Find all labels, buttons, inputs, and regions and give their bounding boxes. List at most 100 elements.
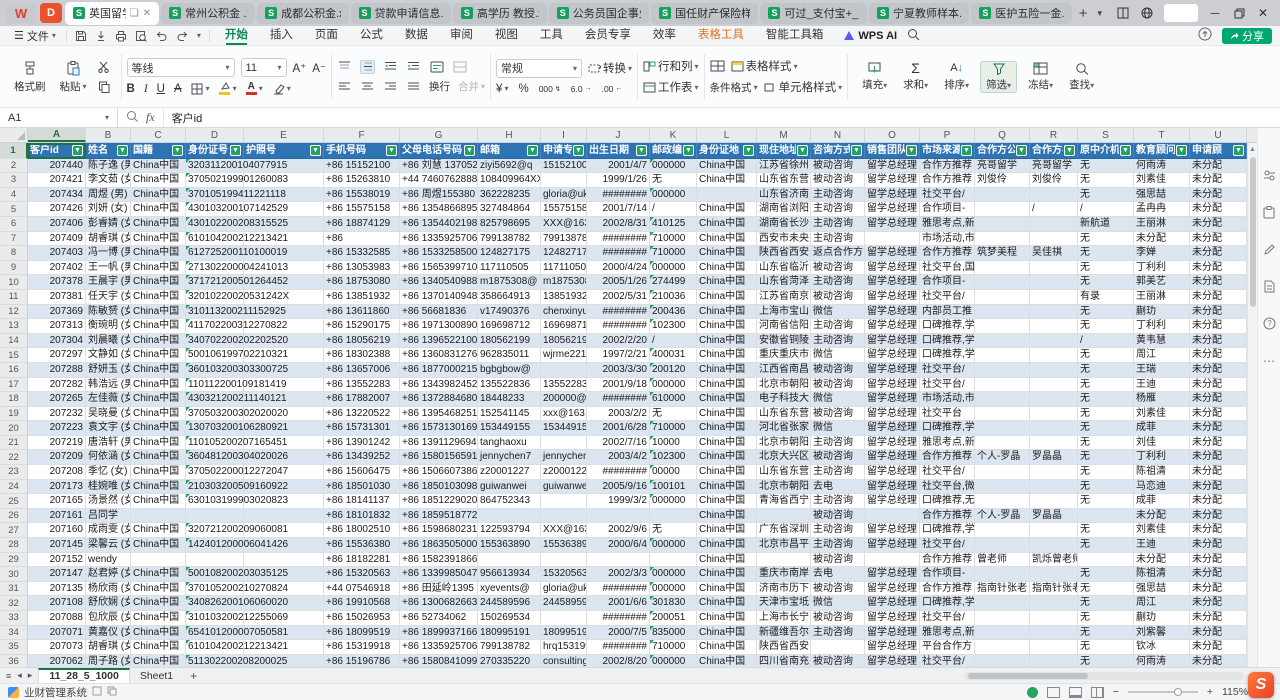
cell-L20[interactable]: China中国 bbox=[697, 421, 757, 436]
cell-H27[interactable]: 122593794 bbox=[478, 523, 541, 538]
share-button[interactable]: 分享 bbox=[1222, 28, 1272, 44]
fill-color-button[interactable]: ▾ bbox=[219, 82, 237, 95]
cell-O4[interactable]: 留学总经理 bbox=[865, 188, 920, 203]
cell-A16[interactable]: 207288 bbox=[28, 363, 86, 378]
cell-H33[interactable]: 150269534 bbox=[478, 611, 541, 626]
cell-G30[interactable]: +86 1339985047 bbox=[400, 567, 478, 582]
cell-T5[interactable]: 孟冉冉 bbox=[1134, 202, 1190, 217]
cell-S25[interactable]: 无 bbox=[1078, 494, 1134, 509]
file-tab[interactable]: S英国留学生❏✕ bbox=[65, 2, 159, 25]
borders-button[interactable]: ▾ bbox=[191, 83, 210, 95]
cell-B35[interactable]: 胡睿琪 (女) bbox=[86, 640, 131, 655]
cell-P15[interactable]: 口碑推荐,学 bbox=[920, 348, 975, 363]
cell-P33[interactable]: 社交平台/ bbox=[920, 611, 975, 626]
filter-dropdown-icon[interactable]: ▼ bbox=[230, 145, 241, 156]
cell-L5[interactable]: China中国 bbox=[697, 202, 757, 217]
cell-R29[interactable]: 凯烁曾老师 bbox=[1030, 553, 1078, 568]
align-left-icon[interactable] bbox=[337, 79, 352, 93]
cell-H28[interactable]: 155363890 bbox=[478, 538, 541, 553]
cell-B30[interactable]: 赵君婷 (女) bbox=[86, 567, 131, 582]
cell-K27[interactable]: 无 bbox=[650, 523, 697, 538]
cell-S13[interactable]: 无 bbox=[1078, 319, 1134, 334]
cell-H26[interactable] bbox=[478, 509, 541, 524]
cell-F30[interactable]: +86 15320563 bbox=[324, 567, 400, 582]
cell-S32[interactable]: 无 bbox=[1078, 596, 1134, 611]
cell-R15[interactable] bbox=[1030, 348, 1078, 363]
cell-C29[interactable] bbox=[131, 553, 186, 568]
cell-Q36[interactable] bbox=[975, 655, 1030, 667]
font-name-select[interactable]: 等线▾ bbox=[127, 58, 235, 77]
add-sheet-button[interactable]: + bbox=[183, 669, 204, 683]
cell-D17[interactable]: 110112200109181419 bbox=[186, 378, 244, 393]
cell-K21[interactable]: 10000 bbox=[650, 436, 697, 451]
cell-K32[interactable]: 301830 bbox=[650, 596, 697, 611]
cell-D2[interactable]: 320311200104077915 bbox=[186, 159, 244, 174]
cell-T22[interactable]: 丁利利 bbox=[1134, 450, 1190, 465]
cell-A8[interactable]: 207403 bbox=[28, 246, 86, 261]
zoom-slider[interactable] bbox=[1128, 691, 1198, 693]
cell-U33[interactable]: 未分配 bbox=[1190, 611, 1247, 626]
cell-H18[interactable]: 18448233 bbox=[478, 392, 541, 407]
cell-R3[interactable]: 刘俊伶 bbox=[1030, 173, 1078, 188]
cond-format-button[interactable]: 条件格式▾ bbox=[710, 80, 758, 95]
cell-L24[interactable]: China中国 bbox=[697, 480, 757, 495]
cell-I16[interactable] bbox=[541, 363, 587, 378]
cell-G22[interactable]: +86 1580156591 bbox=[400, 450, 478, 465]
header-cell-M1[interactable]: 现住地址▼ bbox=[757, 143, 811, 159]
cell-G32[interactable]: +86 1300682663 bbox=[400, 596, 478, 611]
vertical-scroll-thumb[interactable] bbox=[1250, 157, 1256, 307]
row-header-1[interactable]: 1 bbox=[0, 143, 28, 159]
cell-M22[interactable]: 北京大兴区 bbox=[757, 450, 811, 465]
cell-F29[interactable]: +86 18182281 bbox=[324, 553, 400, 568]
cell-O10[interactable]: 留学总经理 bbox=[865, 275, 920, 290]
cell-P22[interactable]: 合作方推荐 bbox=[920, 450, 975, 465]
cell-E29[interactable] bbox=[244, 553, 324, 568]
cell-Q6[interactable] bbox=[975, 217, 1030, 232]
cell-G25[interactable]: +86 1851229020 bbox=[400, 494, 478, 509]
cell-T34[interactable]: 刘紫馨 bbox=[1134, 626, 1190, 641]
cell-I28[interactable]: 155363890 bbox=[541, 538, 587, 553]
cell-F19[interactable]: +86 13220522 bbox=[324, 407, 400, 422]
cell-G27[interactable]: +86 1598680231 bbox=[400, 523, 478, 538]
row-header-13[interactable]: 13 bbox=[0, 319, 28, 334]
cell-G19[interactable]: +86 1395468251 bbox=[400, 407, 478, 422]
cell-S28[interactable]: 无 bbox=[1078, 538, 1134, 553]
cell-B17[interactable]: 韩浩远 (男) bbox=[86, 378, 131, 393]
wrap-button[interactable]: 换行 bbox=[429, 79, 450, 94]
cell-K24[interactable]: 100101 bbox=[650, 480, 697, 495]
cell-J27[interactable]: 2002/9/6 bbox=[587, 523, 650, 538]
restore-button[interactable] bbox=[1232, 6, 1246, 20]
cell-J28[interactable]: 2000/6/4 bbox=[587, 538, 650, 553]
cell-O36[interactable]: 留学总经理 bbox=[865, 655, 920, 667]
sum-button[interactable]: Σ求和▾ bbox=[898, 62, 933, 92]
row-header-26[interactable]: 26 bbox=[0, 509, 28, 524]
cell-F9[interactable]: +86 13053983 bbox=[324, 261, 400, 276]
cell-H25[interactable]: 864752343 bbox=[478, 494, 541, 509]
cell-H36[interactable]: 270335220 bbox=[478, 655, 541, 667]
more-panels-icon[interactable]: ⋯ bbox=[1262, 353, 1277, 368]
cell-N2[interactable]: 被动咨询 bbox=[811, 159, 865, 174]
cell-M21[interactable]: 北京市朝阳 bbox=[757, 436, 811, 451]
cell-G6[interactable]: +86 1354402198 bbox=[400, 217, 478, 232]
cell-J24[interactable]: 2005/9/16 bbox=[587, 480, 650, 495]
print-preview-icon[interactable] bbox=[135, 30, 147, 42]
cell-N35[interactable] bbox=[811, 640, 865, 655]
eye-protection-icon[interactable] bbox=[1027, 687, 1038, 698]
cell-S36[interactable]: 无 bbox=[1078, 655, 1134, 667]
cell-D18[interactable]: 430321200211140121 bbox=[186, 392, 244, 407]
print-icon[interactable] bbox=[115, 30, 127, 42]
cell-O30[interactable]: 留学总经理 bbox=[865, 567, 920, 582]
cell-U3[interactable]: 未分配 bbox=[1190, 173, 1247, 188]
cell-R30[interactable] bbox=[1030, 567, 1078, 582]
cell-L26[interactable]: China中国 bbox=[697, 509, 757, 524]
cell-M32[interactable]: 天津市宝坻 bbox=[757, 596, 811, 611]
cell-I5[interactable]: 155751588 bbox=[541, 202, 587, 217]
cell-M19[interactable]: 山东省东营 bbox=[757, 407, 811, 422]
row-header-14[interactable]: 14 bbox=[0, 334, 28, 349]
column-header-F[interactable]: F bbox=[324, 128, 400, 142]
cell-I7[interactable]: 799138782 bbox=[541, 232, 587, 247]
cell-T17[interactable]: 王迪 bbox=[1134, 378, 1190, 393]
cell-N25[interactable]: 主动咨询 bbox=[811, 494, 865, 509]
cell-Q3[interactable]: 刘俊伶 bbox=[975, 173, 1030, 188]
select-all-corner[interactable] bbox=[0, 128, 28, 142]
